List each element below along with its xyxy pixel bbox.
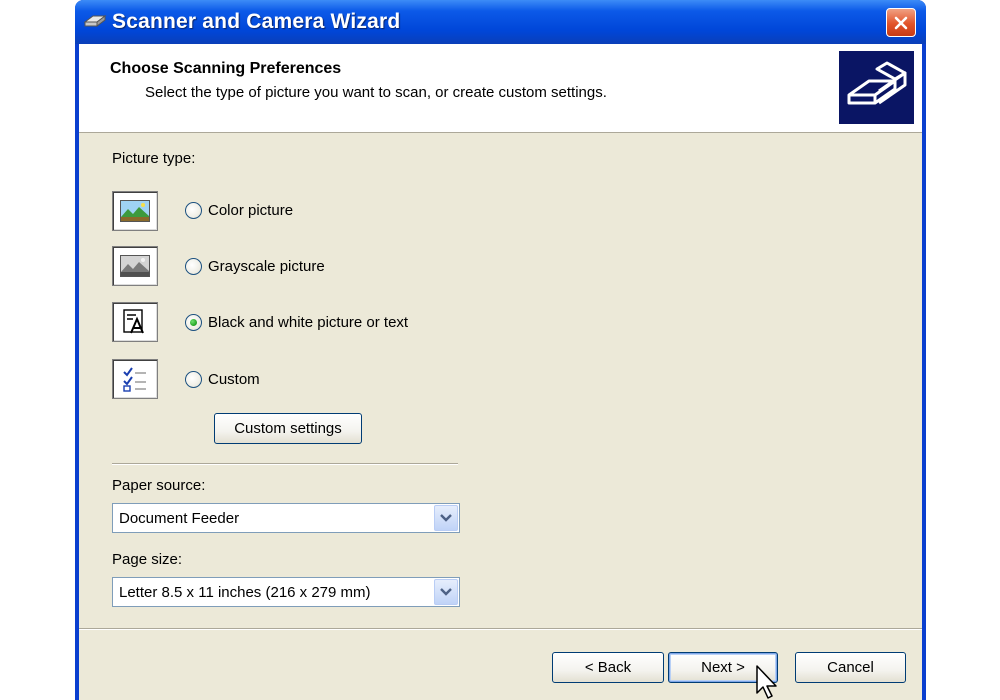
color-picture-radio[interactable]: [185, 202, 202, 219]
paper-source-select[interactable]: Document Feeder: [112, 503, 460, 533]
custom-radio[interactable]: [185, 371, 202, 388]
chevron-down-icon: [440, 588, 452, 596]
color-picture-label[interactable]: Color picture: [208, 202, 293, 219]
color-picture-preview: [112, 191, 158, 231]
page-size-label: Page size:: [112, 551, 183, 568]
custom-label[interactable]: Custom: [208, 371, 260, 388]
wizard-header: Choose Scanning Preferences Select the t…: [79, 44, 922, 133]
custom-settings-button[interactable]: Custom settings: [214, 413, 362, 444]
page-subtitle: Select the type of picture you want to s…: [145, 84, 607, 101]
mouse-pointer-icon: [756, 665, 777, 699]
dropdown-arrow-button[interactable]: [434, 505, 458, 531]
black-white-radio[interactable]: [185, 314, 202, 331]
page-size-select[interactable]: Letter 8.5 x 11 inches (216 x 279 mm): [112, 577, 460, 607]
custom-preview: [112, 359, 158, 399]
footer-divider: [79, 628, 922, 630]
color-landscape-icon: [120, 200, 150, 222]
checklist-icon: [123, 367, 146, 392]
section-divider: [112, 463, 458, 465]
cancel-button[interactable]: Cancel: [795, 652, 906, 683]
grayscale-picture-radio[interactable]: [185, 258, 202, 275]
picture-type-label: Picture type:: [112, 150, 196, 167]
text-page-icon: [123, 309, 144, 334]
dialog-body: Choose Scanning Preferences Select the t…: [79, 44, 922, 700]
wizard-window: Scanner and Camera Wizard Choose Scannin…: [75, 0, 926, 700]
page-title: Choose Scanning Preferences: [110, 60, 342, 77]
paper-source-label: Paper source:: [112, 477, 206, 494]
chevron-down-icon: [440, 514, 452, 522]
grayscale-picture-preview: [112, 246, 158, 286]
close-icon: [894, 16, 908, 29]
paper-source-value: Document Feeder: [119, 510, 240, 527]
grayscale-landscape-icon: [120, 255, 150, 277]
grayscale-picture-label[interactable]: Grayscale picture: [208, 258, 325, 275]
close-button[interactable]: [886, 8, 916, 37]
title-bar[interactable]: Scanner and Camera Wizard: [75, 0, 926, 44]
scanner-icon: [839, 51, 914, 124]
page-size-value: Letter 8.5 x 11 inches (216 x 279 mm): [119, 584, 371, 601]
dropdown-arrow-button[interactable]: [434, 579, 458, 605]
back-button[interactable]: < Back: [552, 652, 664, 683]
window-title: Scanner and Camera Wizard: [112, 10, 401, 33]
black-white-label[interactable]: Black and white picture or text: [208, 314, 408, 331]
scanner-wizard-icon: [83, 15, 107, 27]
black-white-preview: [112, 302, 158, 342]
